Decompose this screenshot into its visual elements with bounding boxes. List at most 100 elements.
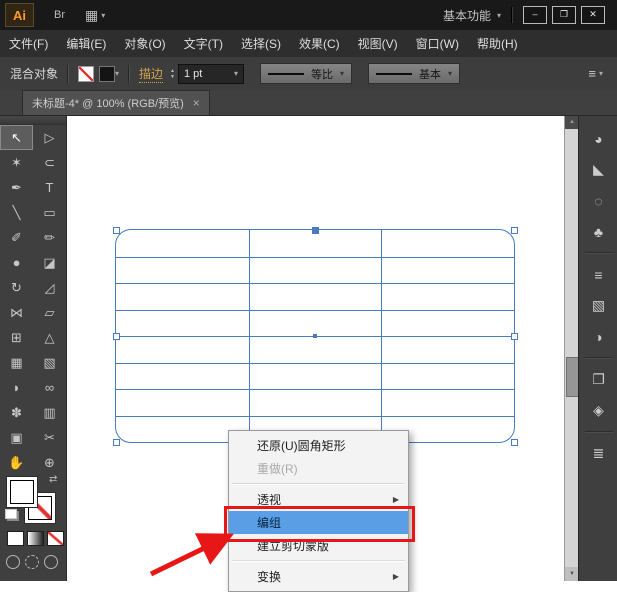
draw-inside-mode[interactable]	[44, 555, 58, 569]
vertical-scrollbar[interactable]: ▲ ▼	[564, 115, 579, 581]
type-tool[interactable]: T	[33, 175, 66, 200]
restore-button[interactable]: ❐	[552, 6, 576, 24]
selection-anchor[interactable]	[113, 333, 120, 340]
shape-builder-tool[interactable]: ⊞	[0, 325, 33, 350]
menu-window[interactable]: 窗口(W)	[407, 30, 468, 57]
arrange-documents-icon[interactable]: ▦ ▾	[85, 7, 105, 24]
ctx-item-undo-rounded-rectangle[interactable]: 还原(U)圆角矩形	[229, 434, 408, 457]
lasso-tool[interactable]: ⊂	[33, 150, 66, 175]
links-icon[interactable]: ❐	[585, 367, 613, 392]
stroke-panel-link[interactable]: 描边	[139, 65, 163, 83]
slice-tool[interactable]: ✂	[33, 425, 66, 450]
color-button[interactable]	[7, 531, 24, 546]
transparency-icon[interactable]: ◑	[585, 324, 613, 349]
menu-edit[interactable]: 编辑(E)	[57, 30, 115, 57]
caret-down-icon[interactable]: ▾	[115, 69, 119, 78]
close-button[interactable]: ✕	[581, 6, 605, 24]
eyedropper-tool[interactable]: ◗	[0, 375, 33, 400]
menu-effect[interactable]: 效果(C)	[290, 30, 349, 57]
caret-down-icon: ▾	[101, 11, 105, 20]
blend-tool[interactable]: ∞	[33, 375, 66, 400]
gradient-icon[interactable]: ▧	[585, 293, 613, 318]
rectangle-tool[interactable]: ▭	[33, 200, 66, 225]
menu-help[interactable]: 帮助(H)	[468, 30, 527, 57]
minimize-button[interactable]: –	[523, 6, 547, 24]
stepper-down-icon[interactable]: ▼	[170, 74, 175, 80]
stroke-color-swatch[interactable]	[99, 66, 115, 82]
hand-tool[interactable]: ✋	[0, 450, 33, 475]
menu-view[interactable]: 视图(V)	[349, 30, 407, 57]
app-logo: Ai	[5, 3, 34, 27]
eraser-tool[interactable]: ◪	[33, 250, 66, 275]
appearance-icon[interactable]: ◈	[585, 398, 613, 423]
panel-grip[interactable]	[0, 115, 66, 125]
document-tab[interactable]: 未标题-4* @ 100% (RGB/预览) ×	[22, 90, 210, 115]
selection-anchor[interactable]	[511, 439, 518, 446]
scroll-down-icon[interactable]: ▼	[565, 567, 579, 581]
magic-wand-tool[interactable]: ✶	[0, 150, 33, 175]
menu-type[interactable]: 文字(T)	[175, 30, 232, 57]
stroke-weight-stepper[interactable]: ▲ ▼	[170, 68, 175, 80]
swap-fill-stroke-icon[interactable]: ⇄	[49, 474, 57, 485]
free-transform-tool[interactable]: ▱	[33, 300, 66, 325]
line-segment-tool[interactable]: ╲	[0, 200, 33, 225]
context-object-label: 混合对象	[10, 65, 58, 82]
color-guide-icon[interactable]: ◕	[585, 126, 613, 151]
paintbrush-tool[interactable]: ✐	[0, 225, 33, 250]
caret-down-icon[interactable]: ▾	[234, 69, 238, 78]
selection-anchor[interactable]	[312, 227, 319, 234]
gradient-button[interactable]	[27, 531, 44, 546]
artboard-tool[interactable]: ▣	[0, 425, 33, 450]
rotate-tool[interactable]: ↻	[0, 275, 33, 300]
width-tool[interactable]: ⋈	[0, 300, 33, 325]
fill-none-swatch[interactable]	[78, 66, 94, 82]
table-grid-line	[116, 310, 514, 311]
selection-anchor[interactable]	[113, 227, 120, 234]
column-graph-tool[interactable]: ▥	[33, 400, 66, 425]
brushes-icon[interactable]: ◌	[585, 188, 613, 213]
panel-menu-icon[interactable]: ≡ ▾	[588, 66, 603, 81]
selection-anchor[interactable]	[511, 333, 518, 340]
scale-tool[interactable]: ◿	[33, 275, 66, 300]
direct-selection-tool[interactable]: ▷	[33, 125, 66, 150]
table-shape[interactable]	[115, 229, 515, 443]
brush-definition-dropdown[interactable]: 基本 ▾	[368, 63, 460, 84]
caret-down-icon: ▾	[340, 69, 344, 78]
draw-behind-mode[interactable]	[25, 555, 39, 569]
width-profile-dropdown[interactable]: 等比 ▾	[260, 63, 352, 84]
zoom-tool[interactable]: ⊕	[33, 450, 66, 475]
symbols-icon[interactable]: ♣	[585, 219, 613, 244]
default-swatches-icon[interactable]	[5, 509, 17, 519]
blob-brush-tool[interactable]: ●	[0, 250, 33, 275]
tools-grid: ↖▷✶⊂✒T╲▭✐✏●◪↻◿⋈▱⊞△▦▧◗∞✽▥▣✂✋⊕	[0, 125, 66, 475]
menu-select[interactable]: 选择(S)	[232, 30, 290, 57]
ctx-item-transform[interactable]: 变换▶	[229, 565, 408, 588]
pencil-tool[interactable]: ✏	[33, 225, 66, 250]
draw-normal-mode[interactable]	[6, 555, 20, 569]
gradient-tool[interactable]: ▧	[33, 350, 66, 375]
menu-object[interactable]: 对象(O)	[115, 30, 174, 57]
none-button[interactable]	[47, 531, 64, 546]
scroll-up-icon[interactable]: ▲	[565, 115, 579, 129]
control-bar: 混合对象 ▾ 描边 ▲ ▼ 1 pt ▾ 等比 ▾ 基本 ▾ ≡ ▾	[0, 57, 617, 91]
perspective-grid-tool[interactable]: △	[33, 325, 66, 350]
selection-anchor[interactable]	[113, 439, 120, 446]
stroke-icon[interactable]: ≡	[585, 262, 613, 287]
selection-anchor[interactable]	[511, 227, 518, 234]
bridge-icon[interactable]: Br	[54, 9, 65, 21]
drawing-modes	[6, 555, 58, 569]
selection-tool[interactable]: ↖	[0, 125, 33, 150]
table-grid-line	[116, 416, 514, 417]
swatches-icon[interactable]: ◣	[585, 157, 613, 182]
menu-file[interactable]: 文件(F)	[0, 30, 57, 57]
symbol-sprayer-tool[interactable]: ✽	[0, 400, 33, 425]
mesh-tool[interactable]: ▦	[0, 350, 33, 375]
stroke-weight-field[interactable]: 1 pt ▾	[178, 64, 244, 84]
layers-icon[interactable]: ≣	[585, 441, 613, 466]
workspace-switcher[interactable]: 基本功能 ▾	[443, 7, 501, 24]
tab-close-icon[interactable]: ×	[193, 96, 200, 110]
menu-separator	[232, 483, 405, 485]
pen-tool[interactable]: ✒	[0, 175, 33, 200]
fill-swatch[interactable]	[7, 477, 37, 507]
dock-separator	[585, 431, 613, 433]
